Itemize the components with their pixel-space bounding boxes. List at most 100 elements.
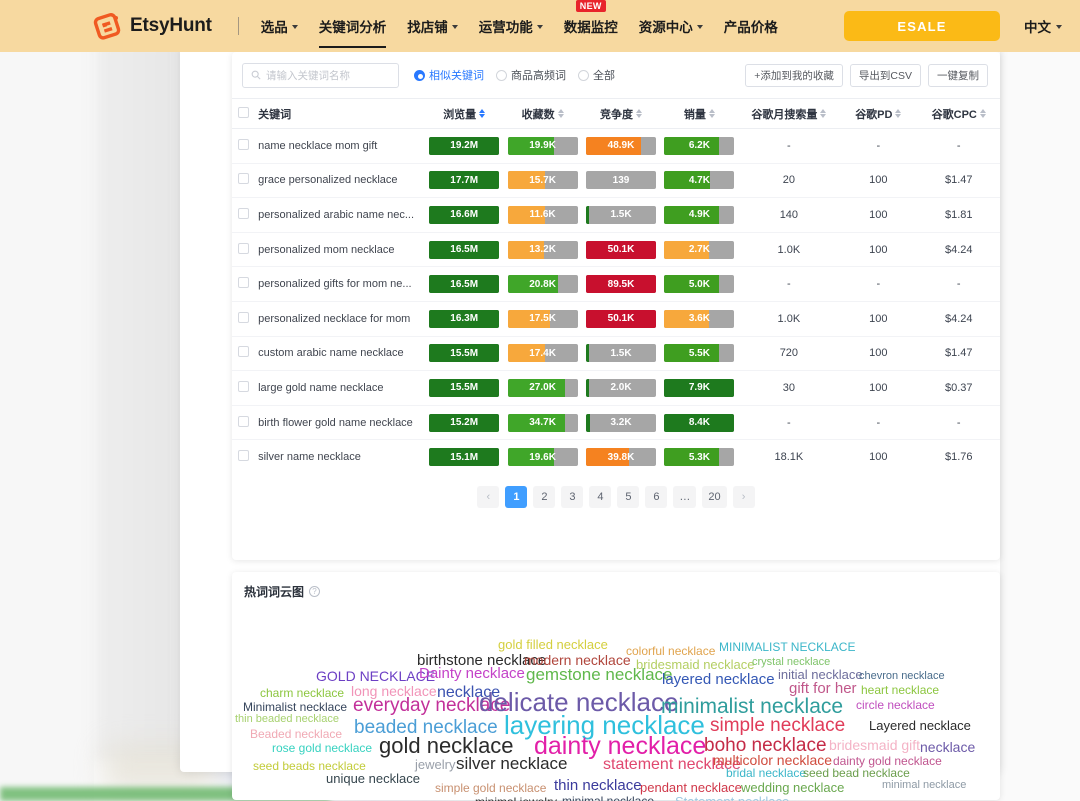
table-row[interactable]: name necklace mom gift19.2M19.9K48.9K6.2…: [232, 129, 1000, 164]
table-row[interactable]: large gold name necklace15.5M27.0K2.0K7.…: [232, 371, 1000, 406]
pagination-page-6[interactable]: 6: [645, 486, 667, 508]
column-header-4[interactable]: 销量: [660, 99, 738, 129]
table-row[interactable]: personalized gifts for mom ne...16.5M20.…: [232, 267, 1000, 302]
wordcloud-word[interactable]: circle necklace: [856, 699, 935, 711]
nav-item-6[interactable]: 产品价格: [724, 13, 778, 39]
wordcloud-word[interactable]: gemstone necklace: [526, 666, 672, 683]
wordcloud-word[interactable]: minimal jewelry: [475, 796, 557, 801]
row-checkbox[interactable]: [238, 139, 249, 150]
wordcloud-word[interactable]: Beaded necklace: [250, 728, 342, 740]
table-row[interactable]: birth flower gold name necklace15.2M34.7…: [232, 405, 1000, 440]
pagination-page-4[interactable]: 4: [589, 486, 611, 508]
wordcloud-word[interactable]: pendant necklace: [640, 781, 742, 794]
keyword-cell[interactable]: personalized necklace for mom: [254, 301, 425, 336]
table-row[interactable]: custom arabic name necklace15.5M17.4K1.5…: [232, 336, 1000, 371]
nav-item-3[interactable]: 运营功能: [479, 13, 543, 39]
table-row[interactable]: personalized necklace for mom16.3M17.5K5…: [232, 301, 1000, 336]
wordcloud-word[interactable]: jewelry: [415, 758, 455, 771]
column-header-2[interactable]: 收藏数: [503, 99, 581, 129]
sort-icon[interactable]: [479, 109, 485, 118]
wordcloud-word[interactable]: bridesmaid gift: [829, 738, 920, 752]
nav-item-5[interactable]: 资源中心: [639, 13, 703, 39]
keyword-cell[interactable]: personalized gifts for mom ne...: [254, 267, 425, 302]
pagination-page-5[interactable]: 5: [617, 486, 639, 508]
pagination-page-20[interactable]: 20: [702, 486, 726, 508]
wordcloud-word[interactable]: Statement necklace: [675, 795, 789, 801]
esale-button[interactable]: ESALE: [844, 11, 1000, 41]
search-input-wrapper[interactable]: 请输入关键词名称: [242, 63, 399, 88]
wordcloud-word[interactable]: MINIMALIST NECKLACE: [719, 641, 855, 653]
wordcloud-word[interactable]: chevron necklace: [859, 671, 945, 682]
table-row[interactable]: grace personalized necklace17.7M15.7K139…: [232, 163, 1000, 198]
row-checkbox[interactable]: [238, 277, 249, 288]
wordcloud-word[interactable]: layered necklace: [662, 672, 775, 687]
wordcloud-word[interactable]: seed bead necklace: [803, 767, 910, 779]
wordcloud-word[interactable]: heart necklace: [861, 684, 939, 696]
wordcloud-word[interactable]: simple necklace: [710, 716, 845, 735]
nav-item-2[interactable]: 找店铺: [407, 13, 458, 39]
row-checkbox[interactable]: [238, 416, 249, 427]
nav-item-1[interactable]: 关键词分析: [319, 13, 387, 39]
pagination-page-2[interactable]: 2: [533, 486, 555, 508]
column-header-5[interactable]: 谷歌月搜索量: [739, 99, 840, 129]
wordcloud-word[interactable]: simple gold necklace: [435, 782, 546, 794]
column-header-3[interactable]: 竞争度: [582, 99, 660, 129]
toolbar-button-0[interactable]: +添加到我的收藏: [745, 64, 843, 87]
column-header-1[interactable]: 浏览量: [425, 99, 503, 129]
keyword-cell[interactable]: grace personalized necklace: [254, 163, 425, 198]
nav-item-0[interactable]: 选品: [261, 13, 298, 39]
wordcloud-word[interactable]: minimal necklace: [882, 780, 966, 791]
wordcloud-word[interactable]: wedding necklace: [741, 781, 844, 794]
wordcloud-word[interactable]: minimal necklace: [562, 795, 654, 801]
toolbar-button-2[interactable]: 一键复制: [928, 64, 988, 87]
keyword-cell[interactable]: large gold name necklace: [254, 371, 425, 406]
row-checkbox[interactable]: [238, 312, 249, 323]
pagination-page-1[interactable]: 1: [505, 486, 527, 508]
wordcloud-word[interactable]: Layered necklace: [869, 719, 971, 732]
row-checkbox[interactable]: [238, 346, 249, 357]
wordcloud-word[interactable]: necklace: [920, 740, 975, 754]
wordcloud-word[interactable]: charm necklace: [260, 687, 344, 699]
sort-icon[interactable]: [980, 109, 986, 118]
brand-logo[interactable]: EtsyHunt: [93, 11, 212, 41]
pagination-prev[interactable]: ‹: [477, 486, 499, 508]
keyword-cell[interactable]: name necklace mom gift: [254, 129, 425, 164]
wordcloud-word[interactable]: GOLD NECKLACE: [316, 669, 435, 683]
sort-icon[interactable]: [709, 109, 715, 118]
row-checkbox[interactable]: [238, 208, 249, 219]
nav-item-4[interactable]: 数据监控NEW: [564, 13, 618, 39]
wordcloud-word[interactable]: rose gold necklace: [272, 742, 372, 754]
help-icon[interactable]: ?: [309, 586, 320, 597]
wordcloud-word[interactable]: thin necklace: [554, 778, 642, 793]
keyword-cell[interactable]: custom arabic name necklace: [254, 336, 425, 371]
radio-option-2[interactable]: 全部: [578, 67, 615, 83]
pagination-next[interactable]: ›: [733, 486, 755, 508]
sort-icon[interactable]: [820, 109, 826, 118]
select-all-checkbox[interactable]: [238, 107, 249, 118]
wordcloud-word[interactable]: gold filled necklace: [498, 638, 608, 651]
language-switcher[interactable]: 中文: [1024, 16, 1062, 36]
wordcloud-word[interactable]: Dainty necklace: [419, 666, 525, 681]
sort-icon[interactable]: [558, 109, 564, 118]
wordcloud-word[interactable]: multicolor necklace: [713, 753, 832, 767]
wordcloud-word[interactable]: silver necklace: [456, 755, 568, 772]
wordcloud-word[interactable]: Minimalist necklace: [243, 701, 347, 713]
radio-option-0[interactable]: 相似关键词: [414, 67, 484, 83]
table-row[interactable]: personalized arabic name nec...16.6M11.6…: [232, 198, 1000, 233]
table-row[interactable]: personalized mom necklace16.5M13.2K50.1K…: [232, 232, 1000, 267]
radio-option-1[interactable]: 商品高频词: [496, 67, 566, 83]
table-row[interactable]: silver name necklace15.1M19.6K39.8K5.3K1…: [232, 440, 1000, 475]
wordcloud-word[interactable]: thin beaded necklace: [235, 714, 339, 725]
keyword-cell[interactable]: birth flower gold name necklace: [254, 405, 425, 440]
row-checkbox[interactable]: [238, 450, 249, 461]
wordcloud-word[interactable]: unique necklace: [326, 772, 420, 785]
toolbar-button-1[interactable]: 导出到CSV: [850, 64, 921, 87]
wordcloud-word[interactable]: colorful necklace: [626, 645, 715, 657]
column-header-6[interactable]: 谷歌PD: [839, 99, 917, 129]
column-header-7[interactable]: 谷歌CPC: [918, 99, 1000, 129]
keyword-cell[interactable]: silver name necklace: [254, 440, 425, 475]
row-checkbox[interactable]: [238, 173, 249, 184]
pagination-page-3[interactable]: 3: [561, 486, 583, 508]
wordcloud-word[interactable]: bridal necklace: [726, 767, 806, 779]
keyword-cell[interactable]: personalized mom necklace: [254, 232, 425, 267]
